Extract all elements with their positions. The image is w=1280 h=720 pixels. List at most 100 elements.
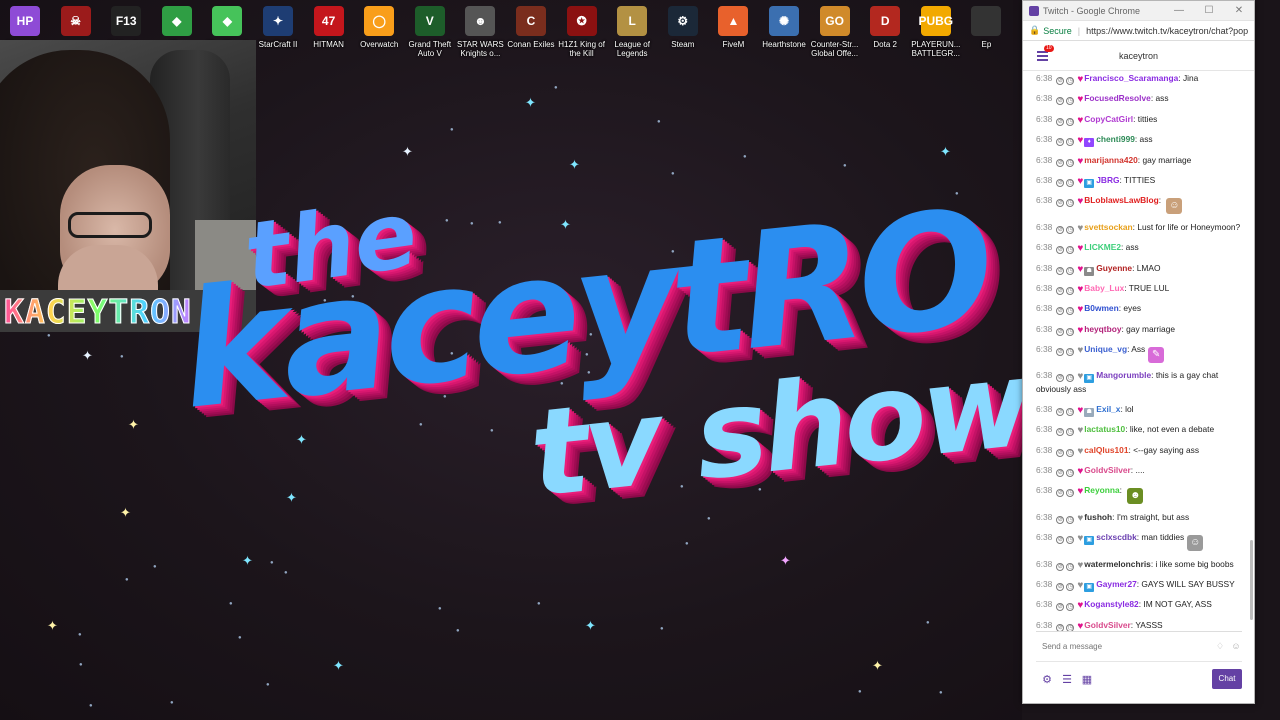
- timeout-icon[interactable]: ◷: [1066, 225, 1075, 234]
- ban-icon[interactable]: ⊘: [1056, 562, 1065, 571]
- timeout-icon[interactable]: ◷: [1066, 286, 1075, 295]
- ban-icon[interactable]: ⊘: [1056, 199, 1065, 208]
- ban-icon[interactable]: ⊘: [1056, 266, 1065, 275]
- message-username[interactable]: Mangorumble: [1096, 370, 1151, 380]
- timeout-icon[interactable]: ◷: [1066, 374, 1075, 383]
- ban-icon[interactable]: ⊘: [1056, 603, 1065, 612]
- desktop-shortcut[interactable]: GO Counter-Str... Global Offe...: [810, 4, 860, 58]
- message-username[interactable]: calQlus101: [1084, 445, 1128, 455]
- window-titlebar[interactable]: Twitch - Google Chrome — ☐ ✕: [1023, 1, 1254, 21]
- ban-icon[interactable]: ⊘: [1056, 307, 1065, 316]
- timeout-icon[interactable]: ◷: [1066, 117, 1075, 126]
- timeout-icon[interactable]: ◷: [1066, 428, 1075, 437]
- message-username[interactable]: Reyonna: [1084, 485, 1119, 495]
- message-username[interactable]: watermelonchris: [1084, 559, 1151, 569]
- menu-icon[interactable]: [1037, 51, 1048, 61]
- ban-icon[interactable]: ⊘: [1056, 536, 1065, 545]
- message-username[interactable]: svettsockan: [1084, 222, 1132, 232]
- message-username[interactable]: JBRG: [1096, 175, 1119, 185]
- message-username[interactable]: Guyenne: [1096, 263, 1132, 273]
- timeout-icon[interactable]: ◷: [1066, 489, 1075, 498]
- chat-input[interactable]: [1036, 642, 1210, 651]
- chat-emote-icon[interactable]: ☺: [1166, 198, 1183, 215]
- desktop-shortcut[interactable]: D Dota 2: [860, 4, 910, 49]
- desktop-shortcut[interactable]: ◯ Overwatch: [354, 4, 404, 49]
- desktop-shortcut[interactable]: ⚙ Steam: [658, 4, 708, 49]
- timeout-icon[interactable]: ◷: [1066, 199, 1075, 208]
- message-username[interactable]: lactatus10: [1084, 424, 1125, 434]
- url-text[interactable]: https://www.twitch.tv/kaceytron/chat?pop: [1086, 26, 1248, 36]
- timeout-icon[interactable]: ◷: [1066, 448, 1075, 457]
- desktop-shortcut[interactable]: ☻ STAR WARS Knights o...: [455, 4, 505, 58]
- message-username[interactable]: Exil_x: [1096, 404, 1120, 414]
- timeout-icon[interactable]: ◷: [1066, 562, 1075, 571]
- message-username[interactable]: GoldvSilver: [1084, 620, 1131, 630]
- message-username[interactable]: BLoblawsLawBlog: [1084, 195, 1158, 205]
- scrollbar-thumb[interactable]: [1250, 540, 1253, 620]
- close-icon[interactable]: ✕: [1224, 5, 1254, 16]
- message-username[interactable]: GoldvSilver: [1084, 465, 1131, 475]
- timeout-icon[interactable]: ◷: [1066, 327, 1075, 336]
- maximize-icon[interactable]: ☐: [1194, 5, 1224, 16]
- timeout-icon[interactable]: ◷: [1066, 77, 1075, 85]
- timeout-icon[interactable]: ◷: [1066, 469, 1075, 478]
- message-username[interactable]: chenti999: [1096, 134, 1135, 144]
- timeout-icon[interactable]: ◷: [1066, 603, 1075, 612]
- chat-emote-icon[interactable]: ✎: [1148, 347, 1165, 364]
- timeout-icon[interactable]: ◷: [1066, 138, 1075, 147]
- ban-icon[interactable]: ⊘: [1056, 246, 1065, 255]
- emote-icon[interactable]: ☺: [1230, 641, 1242, 653]
- ban-icon[interactable]: ⊘: [1056, 138, 1065, 147]
- timeout-icon[interactable]: ◷: [1066, 246, 1075, 255]
- ban-icon[interactable]: ⊘: [1056, 448, 1065, 457]
- message-username[interactable]: FocusedResolve: [1084, 93, 1151, 103]
- ban-icon[interactable]: ⊘: [1056, 582, 1065, 591]
- gift-icon[interactable]: ▦: [1081, 674, 1093, 686]
- message-username[interactable]: Gaymer27: [1096, 579, 1137, 589]
- ban-icon[interactable]: ⊘: [1056, 327, 1065, 336]
- ban-icon[interactable]: ⊘: [1056, 77, 1065, 85]
- ban-icon[interactable]: ⊘: [1056, 178, 1065, 187]
- message-username[interactable]: LICKME2: [1084, 242, 1121, 252]
- timeout-icon[interactable]: ◷: [1066, 178, 1075, 187]
- ban-icon[interactable]: ⊘: [1056, 469, 1065, 478]
- ban-icon[interactable]: ⊘: [1056, 428, 1065, 437]
- desktop-shortcut[interactable]: ✪ H1Z1 King of the Kill: [557, 4, 607, 58]
- chat-message-list[interactable]: 6:38 ⊘ ◷ ♥Francisco_Scaramanga: Jina 6:38 ⊘ ◷ ♥…: [1023, 72, 1249, 632]
- bits-icon[interactable]: ♢: [1214, 641, 1226, 653]
- message-username[interactable]: marijanna420: [1084, 155, 1138, 165]
- ban-icon[interactable]: ⊘: [1056, 286, 1065, 295]
- desktop-shortcut[interactable]: ✺ Hearthstone: [759, 4, 809, 49]
- timeout-icon[interactable]: ◷: [1066, 97, 1075, 106]
- ban-icon[interactable]: ⊘: [1056, 97, 1065, 106]
- chat-scrollbar[interactable]: [1249, 72, 1254, 632]
- timeout-icon[interactable]: ◷: [1066, 266, 1075, 275]
- timeout-icon[interactable]: ◷: [1066, 582, 1075, 591]
- message-username[interactable]: Unique_vg: [1084, 344, 1127, 354]
- desktop-shortcut[interactable]: Ep: [961, 4, 1011, 49]
- chat-emote-icon[interactable]: ☻: [1127, 488, 1144, 505]
- timeout-icon[interactable]: ◷: [1066, 158, 1075, 167]
- minimize-icon[interactable]: —: [1164, 5, 1194, 16]
- message-username[interactable]: Baby_Lux: [1084, 283, 1124, 293]
- ban-icon[interactable]: ⊘: [1056, 515, 1065, 524]
- ban-icon[interactable]: ⊘: [1056, 348, 1065, 357]
- message-username[interactable]: fushoh: [1084, 512, 1112, 522]
- timeout-icon[interactable]: ◷: [1066, 348, 1075, 357]
- desktop-shortcut[interactable]: L League of Legends: [607, 4, 657, 58]
- desktop-shortcut[interactable]: V Grand Theft Auto V: [405, 4, 455, 58]
- ban-icon[interactable]: ⊘: [1056, 117, 1065, 126]
- viewer-list-icon[interactable]: ☰: [1061, 674, 1073, 686]
- desktop-shortcut[interactable]: C Conan Exiles: [506, 4, 556, 49]
- ban-icon[interactable]: ⊘: [1056, 489, 1065, 498]
- message-username[interactable]: heyqtboy: [1084, 324, 1121, 334]
- desktop-shortcut[interactable]: ✦ StarCraft II: [253, 4, 303, 49]
- desktop-shortcut[interactable]: 47 HITMAN: [304, 4, 354, 49]
- timeout-icon[interactable]: ◷: [1066, 307, 1075, 316]
- chat-send-button[interactable]: Chat: [1212, 669, 1242, 689]
- ban-icon[interactable]: ⊘: [1056, 158, 1065, 167]
- desktop-shortcut[interactable]: ☠: [51, 4, 101, 40]
- timeout-icon[interactable]: ◷: [1066, 536, 1075, 545]
- address-bar[interactable]: 🔒 Secure | https://www.twitch.tv/kaceytr…: [1023, 21, 1254, 41]
- message-username[interactable]: CopyCatGirl: [1084, 114, 1133, 124]
